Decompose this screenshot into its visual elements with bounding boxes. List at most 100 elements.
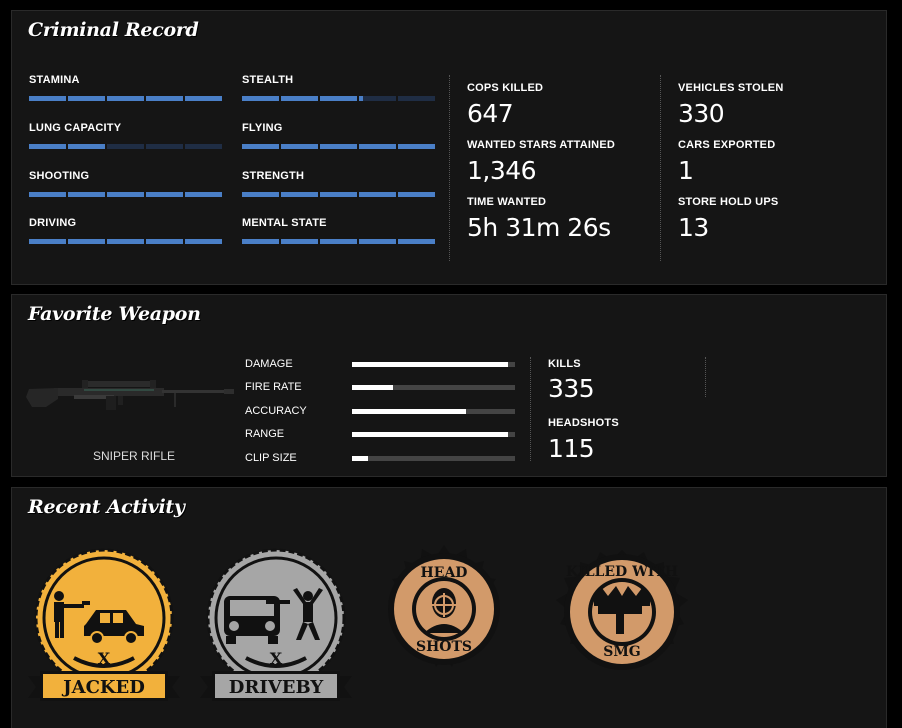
skill-segment-fill [242, 144, 279, 149]
skill-segment-fill [398, 239, 435, 244]
skill-segment-fill [68, 144, 105, 149]
skill-lung-capacity: LUNG CAPACITY [29, 122, 222, 149]
skill-label: MENTAL STATE [242, 217, 327, 229]
skill-segment-fill [359, 239, 396, 244]
weapon-attr-bar [352, 456, 515, 461]
weapon-attr-label: CLIP SIZE [245, 452, 297, 464]
skill-segment [185, 192, 222, 197]
killed-with-smg-badge[interactable]: KILLED WITH SMG [542, 546, 702, 696]
skill-bar [242, 239, 435, 244]
svg-text:X: X [270, 649, 283, 668]
weapon-attr-fill [352, 362, 509, 367]
weapon-attr-bar [352, 385, 515, 390]
skill-segment [146, 144, 183, 149]
stat-value-vehicles-stolen: 330 [678, 99, 725, 128]
skill-segment-fill [281, 96, 318, 101]
stat-label-wanted-stars: WANTED STARS ATTAINED [467, 139, 616, 151]
weapon-attr-fill [352, 385, 393, 390]
skill-segment [320, 96, 357, 101]
skill-segment-fill [185, 239, 222, 244]
skill-segment [320, 144, 357, 149]
skill-segment [185, 144, 222, 149]
skill-segment-fill [398, 192, 435, 197]
stat-label-time-wanted: TIME WANTED [467, 196, 547, 208]
divider [705, 357, 706, 397]
skill-segment-fill [146, 239, 183, 244]
stat-label-cars-exported: CARS EXPORTED [678, 139, 776, 151]
stat-value-time-wanted: 5h 31m 26s [467, 213, 611, 242]
sniper-rifle-icon [26, 380, 234, 410]
stat-label-cops-killed: COPS KILLED [467, 82, 544, 94]
skill-strength: STRENGTH [242, 170, 435, 197]
weapon-attr-bar [352, 362, 515, 367]
skill-stealth: STEALTH [242, 74, 435, 101]
favorite-weapon-title: Favorite Weapon [28, 303, 201, 325]
jacked-badge[interactable]: X JACKED [24, 546, 184, 711]
skill-segment [146, 192, 183, 197]
skill-segment [242, 96, 279, 101]
skill-segment-fill [185, 192, 222, 197]
skill-segment-fill [320, 239, 357, 244]
svg-text:X: X [98, 649, 111, 668]
skill-bar [242, 96, 435, 101]
weapon-attr-bar [352, 409, 515, 414]
headshots-badge-top: HEAD [421, 565, 468, 581]
skill-segment-fill [68, 96, 105, 101]
skill-segment-fill [107, 192, 144, 197]
skill-segment [29, 144, 66, 149]
skill-bar [29, 144, 222, 149]
skill-segment-fill [29, 96, 66, 101]
weapon-attr-label: DAMAGE [245, 358, 293, 370]
skill-label: SHOOTING [29, 170, 90, 182]
driveby-badge[interactable]: X DRIVEBY [196, 546, 356, 711]
driveby-badge-label: DRIVEBY [229, 677, 325, 698]
divider [530, 357, 531, 461]
favorite-weapon-panel: Favorite Weapon SNIPER RIFLE DAMAGE FIRE… [11, 294, 887, 477]
jacked-badge-label: JACKED [61, 677, 145, 698]
headshots-badge[interactable]: HEAD SHOTS [374, 543, 514, 693]
skill-segment-fill [107, 96, 144, 101]
criminal-record-title: Criminal Record [28, 19, 199, 41]
stat-label-kills: KILLS [548, 358, 581, 370]
divider [660, 75, 661, 261]
skill-segment-fill [281, 239, 318, 244]
skill-segment-fill [146, 96, 183, 101]
skill-segment [242, 144, 279, 149]
skill-segment-fill [320, 144, 357, 149]
recent-activity-panel: Recent Activity X JACKED X DRIVEBY HEAD … [11, 487, 887, 728]
skill-segment [359, 239, 396, 244]
headshots-badge-bottom: SHOTS [416, 639, 472, 655]
skill-segment [107, 96, 144, 101]
stat-value-wanted-stars: 1,346 [467, 156, 537, 185]
skill-stamina: STAMINA [29, 74, 222, 101]
weapon-attr-fill [352, 432, 509, 437]
skill-segment-fill [29, 192, 66, 197]
skill-segment [29, 96, 66, 101]
skill-segment-fill [359, 96, 363, 101]
skill-label: STEALTH [242, 74, 294, 86]
skill-segment [107, 192, 144, 197]
skill-segment [242, 239, 279, 244]
skill-segment [146, 239, 183, 244]
skill-segment [359, 144, 396, 149]
skill-segment [107, 144, 144, 149]
stat-value-kills: 335 [548, 374, 595, 403]
skill-segment-fill [398, 144, 435, 149]
skill-segment-fill [281, 144, 318, 149]
stat-label-headshots: HEADSHOTS [548, 417, 619, 429]
stat-value-cops-killed: 647 [467, 99, 514, 128]
weapon-attr-bar [352, 432, 515, 437]
skill-segment [29, 192, 66, 197]
skill-segment-fill [29, 144, 66, 149]
killed-with-smg-badge-top: KILLED WITH [566, 564, 678, 580]
skill-segment [185, 96, 222, 101]
skill-shooting: SHOOTING [29, 170, 222, 197]
skill-segment-fill [146, 192, 183, 197]
skill-segment-fill [107, 239, 144, 244]
skill-segment-fill [29, 239, 66, 244]
stat-label-vehicles-stolen: VEHICLES STOLEN [678, 82, 784, 94]
skill-segment-fill [359, 192, 396, 197]
killed-with-smg-badge-bottom: SMG [603, 644, 641, 660]
criminal-record-panel: Criminal Record STAMINA STEALTH LUNG CAP… [11, 10, 887, 285]
skill-segment [107, 239, 144, 244]
